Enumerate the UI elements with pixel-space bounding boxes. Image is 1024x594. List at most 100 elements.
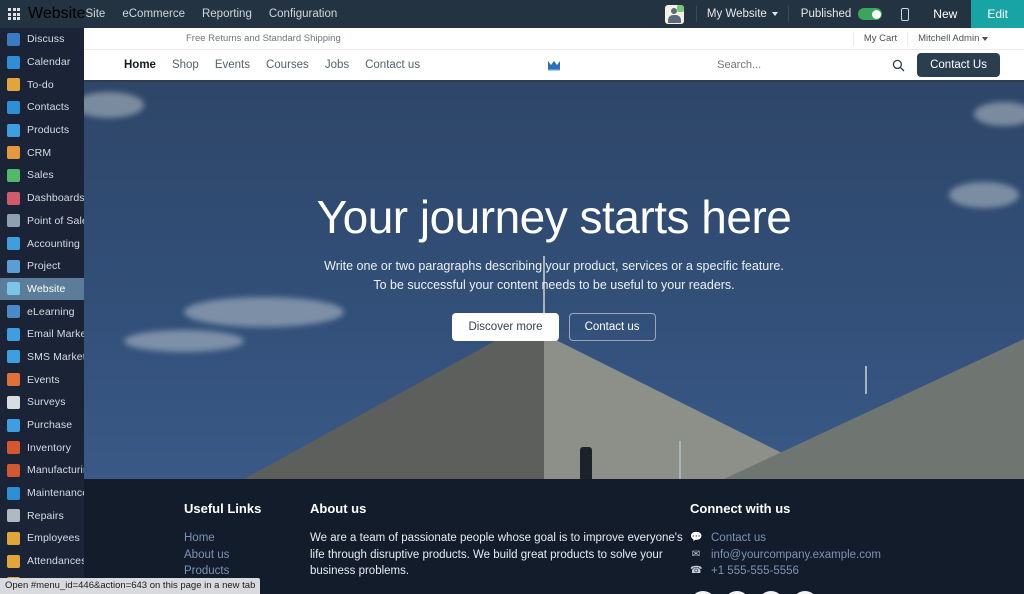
odoo-top-bar: Website Site eCommerce Reporting Configu… <box>0 0 1024 28</box>
sidebar-item-purchase[interactable]: Purchase <box>0 414 84 437</box>
nav-link-home[interactable]: Home <box>116 59 164 71</box>
top-menu-item-site[interactable]: Site <box>86 8 106 20</box>
footer-about-column: About us We are a team of passionate peo… <box>310 501 690 594</box>
nav-link-shop[interactable]: Shop <box>164 59 207 71</box>
sidebar-item-sms-marketing[interactable]: SMS Marketing <box>0 346 84 369</box>
sidebar-item-sales[interactable]: Sales <box>0 164 84 187</box>
website-preview: Free Returns and Standard Shipping My Ca… <box>84 28 1024 594</box>
browser-status-tooltip: Open #menu_id=446&action=643 on this pag… <box>0 578 261 594</box>
search-input[interactable] <box>717 59 893 71</box>
hero-title: Your journey starts here <box>316 191 792 243</box>
my-cart-link[interactable]: My Cart <box>852 31 907 46</box>
sidebar-item-discuss[interactable]: Discuss <box>0 28 84 51</box>
linkedin-icon[interactable]: in <box>758 590 784 594</box>
footer-link-about-us[interactable]: About us <box>184 547 310 564</box>
sidebar-item-label: Attendances <box>27 555 84 568</box>
top-menu-item-configuration[interactable]: Configuration <box>269 8 337 20</box>
sidebar-item-surveys[interactable]: Surveys <box>0 391 84 414</box>
user-avatar[interactable] <box>664 4 684 24</box>
email-marketing-icon <box>7 327 20 341</box>
chevron-down-icon <box>982 36 988 41</box>
top-menu-item-ecommerce[interactable]: eCommerce <box>122 8 185 20</box>
sidebar-item-website[interactable]: Website <box>0 277 84 301</box>
sidebar-item-label: Project <box>27 260 61 273</box>
footer-phone-link[interactable]: +1 555-555-5556 <box>711 563 799 580</box>
website-selector[interactable]: My Website <box>697 0 788 28</box>
sms-marketing-icon <box>7 350 20 364</box>
website-icon <box>7 282 20 296</box>
publish-switch[interactable] <box>858 8 883 20</box>
sidebar-item-accounting[interactable]: Accounting <box>0 232 84 255</box>
sidebar-item-label: Repairs <box>27 509 64 522</box>
sidebar-item-point-of-sale[interactable]: Point of Sale <box>0 210 84 233</box>
footer-contact-row: 💬 Contact us <box>690 530 990 547</box>
dashboards-icon <box>7 191 20 205</box>
sidebar-item-label: Contacts <box>27 101 70 114</box>
sidebar-item-attendances[interactable]: Attendances <box>0 550 84 573</box>
sidebar-item-contacts[interactable]: Contacts <box>0 96 84 119</box>
search-icon[interactable] <box>892 59 905 72</box>
new-button[interactable]: New <box>919 0 971 28</box>
sidebar-item-label: SMS Marketing <box>27 350 84 363</box>
sidebar-item-label: Accounting <box>27 237 80 250</box>
footer-email-link[interactable]: info@yourcompany.example.com <box>711 547 881 564</box>
sidebar-item-products[interactable]: Products <box>0 119 84 142</box>
nav-link-contact-us[interactable]: Contact us <box>357 59 428 71</box>
website-selector-label: My Website <box>706 8 767 20</box>
footer-link-home[interactable]: Home <box>184 530 310 547</box>
sidebar-item-elearning[interactable]: eLearning <box>0 300 84 323</box>
sidebar-item-calendar[interactable]: Calendar <box>0 51 84 74</box>
sidebar-item-manufacturing[interactable]: Manufacturing <box>0 459 84 482</box>
nav-link-courses[interactable]: Courses <box>258 59 317 71</box>
sidebar-item-email-marketing[interactable]: Email Marketing <box>0 323 84 346</box>
top-bar-right: My Website Published New Edit <box>664 0 1024 28</box>
inventory-icon <box>7 441 20 455</box>
hero-subtitle-line2: To be successful your content needs to b… <box>373 277 735 292</box>
sidebar-item-label: Sales <box>27 169 54 182</box>
top-menu-item-reporting[interactable]: Reporting <box>202 8 252 20</box>
sidebar-item-label: Discuss <box>27 33 65 46</box>
website-navbar: Home Shop Events Courses Jobs Contact us… <box>84 50 1024 82</box>
mobile-preview-button[interactable] <box>891 7 919 21</box>
hero-subtitle-line1: Write one or two paragraphs describing y… <box>324 258 784 273</box>
x-twitter-icon[interactable]: ✕ <box>724 590 750 594</box>
hero-section: Your journey starts here Write one or tw… <box>84 82 1024 479</box>
sidebar-item-label: Events <box>27 373 60 386</box>
nav-contact-us-button[interactable]: Contact Us <box>917 53 1000 77</box>
apps-grid-icon[interactable] <box>0 0 28 28</box>
sidebar-item-project[interactable]: Project <box>0 255 84 278</box>
hero-contact-us-button[interactable]: Contact us <box>568 313 656 342</box>
facebook-icon[interactable]: f <box>690 590 716 594</box>
sidebar-item-label: Website <box>27 282 66 295</box>
website-footer: Useful Links Home About us Products Serv… <box>84 479 1024 594</box>
sales-icon <box>7 168 20 182</box>
sidebar-item-inventory[interactable]: Inventory <box>0 436 84 459</box>
publish-toggle[interactable]: Published <box>789 8 892 20</box>
company-logo-icon[interactable] <box>547 58 561 72</box>
sidebar-item-events[interactable]: Events <box>0 368 84 391</box>
sidebar-item-maintenance[interactable]: Maintenance <box>0 482 84 505</box>
footer-contact-us-link[interactable]: Contact us <box>711 530 766 547</box>
todo-icon <box>7 78 20 92</box>
point-of-sale-icon <box>7 214 20 228</box>
footer-phone-row: ☎ +1 555-555-5556 <box>690 563 990 580</box>
nav-link-events[interactable]: Events <box>207 59 258 71</box>
nav-link-jobs[interactable]: Jobs <box>317 59 357 71</box>
sidebar-item-to-do[interactable]: To-do <box>0 73 84 96</box>
hero-content: Your journey starts here Write one or tw… <box>84 82 1024 479</box>
sidebar-item-dashboards[interactable]: Dashboards <box>0 187 84 210</box>
events-icon <box>7 373 20 387</box>
repairs-icon <box>7 509 20 523</box>
sidebar-item-employees[interactable]: Employees <box>0 527 84 550</box>
apps-sidebar[interactable]: Discuss Calendar To-do Contacts Products CRM S… <box>0 28 84 594</box>
discover-more-button[interactable]: Discover more <box>452 313 559 342</box>
edit-button[interactable]: Edit <box>971 0 1024 28</box>
sidebar-item-crm[interactable]: CRM <box>0 141 84 164</box>
sidebar-item-label: CRM <box>27 146 52 159</box>
user-menu-link[interactable]: Mitchell Admin <box>907 31 998 46</box>
sidebar-item-repairs[interactable]: Repairs <box>0 504 84 527</box>
discuss-icon <box>7 32 20 46</box>
odoo-website-builder: Website Site eCommerce Reporting Configu… <box>0 0 1024 594</box>
github-icon[interactable]: ⚙ <box>792 590 818 594</box>
sidebar-item-label: Manufacturing <box>27 464 84 477</box>
